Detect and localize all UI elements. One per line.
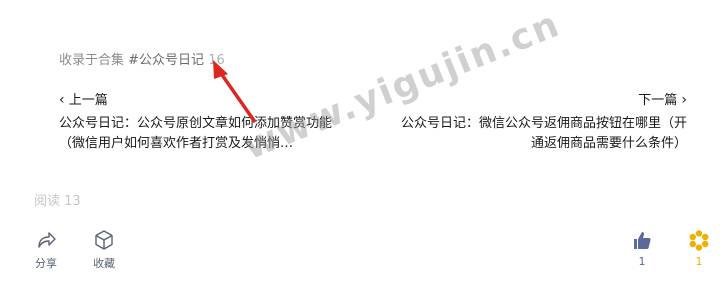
- red-arrow-icon: [213, 60, 257, 124]
